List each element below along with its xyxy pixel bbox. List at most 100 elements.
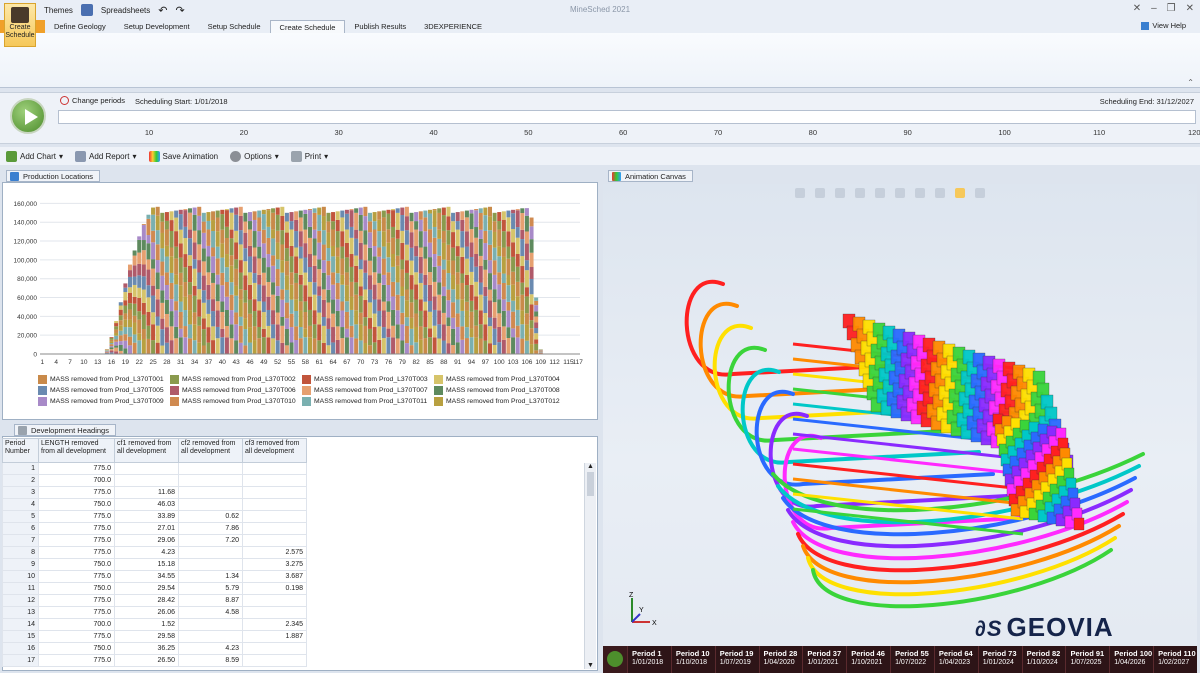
- tab-publish-results[interactable]: Publish Results: [345, 20, 415, 33]
- bar-segment: [340, 310, 345, 328]
- table-row[interactable]: 14 700.0 1.52 2.345: [2, 618, 307, 631]
- period-marker[interactable]: Period 19 1/07/2019: [714, 646, 759, 673]
- tab-define-geology[interactable]: Define Geology: [45, 20, 115, 33]
- add-chart-button[interactable]: Add Chart ▾: [6, 150, 63, 162]
- tab-3dexperience[interactable]: 3DEXPERIENCE: [415, 20, 491, 33]
- redo-icon[interactable]: ↷: [176, 4, 185, 17]
- table-row[interactable]: 1 775.0: [2, 462, 307, 475]
- animation-play-button[interactable]: [603, 646, 627, 673]
- bar-segment: [455, 256, 460, 273]
- spreadsheets-menu[interactable]: Spreadsheets: [101, 6, 150, 15]
- minimize-icon[interactable]: –: [1151, 4, 1157, 14]
- period-date: 1/07/2025: [1070, 659, 1102, 666]
- scroll-up-icon[interactable]: ▲: [585, 463, 596, 470]
- bar-segment: [506, 258, 511, 275]
- undo-icon[interactable]: ↶: [158, 4, 167, 17]
- bar-segment: [317, 340, 322, 354]
- table-cell: 775.0: [38, 630, 115, 643]
- legend-item: MASS removed from Prod_L370T007: [302, 386, 434, 395]
- period-marker[interactable]: Period 91 1/07/2025: [1065, 646, 1109, 673]
- tab-setup-schedule[interactable]: Setup Schedule: [199, 20, 270, 33]
- table-row[interactable]: 8 775.0 4.23 2.575: [2, 546, 307, 559]
- production-locations-tab[interactable]: Production Locations: [6, 170, 101, 182]
- period-marker[interactable]: Period 10 1/10/2018: [670, 646, 715, 673]
- bar-segment: [280, 272, 285, 290]
- bar-segment: [247, 256, 253, 273]
- period-marker[interactable]: Period 28 1/04/2020: [758, 646, 803, 673]
- period-marker[interactable]: Period 73 1/01/2024: [977, 646, 1022, 673]
- maximize-icon[interactable]: ❐: [1167, 4, 1176, 14]
- bar-segment: [524, 270, 529, 288]
- development-headings-tab[interactable]: Development Headings: [14, 424, 116, 436]
- bar-segment: [372, 313, 377, 328]
- scroll-down-icon[interactable]: ▼: [585, 662, 596, 669]
- table-row[interactable]: 17 775.0 26.50 8.59: [2, 654, 307, 667]
- save-animation-button[interactable]: Save Animation: [148, 150, 218, 162]
- bar-segment: [192, 259, 197, 269]
- table-row[interactable]: 2 700.0: [2, 474, 307, 487]
- column-header[interactable]: LENGTH removed from all development: [38, 438, 115, 463]
- bar-segment: [229, 255, 234, 266]
- tab-setup-development[interactable]: Setup Development: [115, 20, 199, 33]
- period-marker[interactable]: Period 46 1/10/2021: [846, 646, 890, 673]
- table-cell: 6: [2, 522, 39, 535]
- table-row[interactable]: 12 775.0 28.42 8.87: [2, 594, 307, 607]
- bar-segment: [169, 231, 174, 248]
- run-schedule-play-button[interactable]: [10, 98, 46, 134]
- print-button[interactable]: Print ▾: [290, 150, 328, 162]
- ribbon-collapse-icon[interactable]: ⌃: [1187, 78, 1194, 87]
- table-row[interactable]: 9 750.0 15.18 3.275: [2, 558, 307, 571]
- table-row[interactable]: 16 750.0 36.25 4.23: [2, 642, 307, 655]
- view-help-link[interactable]: View Help: [1141, 21, 1186, 30]
- create-schedule-button[interactable]: Create Schedule: [4, 3, 36, 47]
- table-vertical-scrollbar[interactable]: ▲ ▼: [584, 463, 596, 669]
- period-marker[interactable]: Period 64 1/04/2023: [933, 646, 978, 673]
- period-marker[interactable]: Period 37 1/01/2021: [802, 646, 846, 673]
- table-cell: 0.198: [242, 582, 307, 595]
- bar-segment: [169, 220, 174, 232]
- bar-segment: [197, 206, 202, 216]
- column-header[interactable]: cf2 removed from all development: [178, 438, 243, 463]
- bar-segment: [474, 337, 479, 354]
- table-row[interactable]: 13 775.0 26.06 4.58: [2, 606, 307, 619]
- table-row[interactable]: 5 775.0 33.89 0.62: [2, 510, 307, 523]
- column-header[interactable]: cf1 removed from all development: [114, 438, 179, 463]
- bar-segment: [331, 221, 336, 230]
- restore-layout-icon[interactable]: ✕: [1133, 4, 1141, 14]
- options-button[interactable]: Options ▾: [230, 150, 279, 162]
- bar-segment: [497, 284, 502, 300]
- period-marker[interactable]: Period 110 1/02/2027: [1153, 646, 1197, 673]
- timeline-tick: 90: [903, 128, 912, 137]
- table-row[interactable]: 11 750.0 29.54 5.79 0.198: [2, 582, 307, 595]
- bar-segment: [520, 338, 525, 354]
- axis-z-label: Z: [629, 592, 634, 599]
- column-header[interactable]: cf3 removed from all development: [242, 438, 307, 463]
- animation-canvas-tab[interactable]: Animation Canvas: [608, 170, 693, 182]
- table-row[interactable]: 10 775.0 34.55 1.34 3.687: [2, 570, 307, 583]
- tab-create-schedule[interactable]: Create Schedule: [269, 20, 346, 33]
- column-header[interactable]: Period Number: [2, 438, 39, 463]
- period-marker[interactable]: Period 82 1/10/2024: [1021, 646, 1066, 673]
- table-row[interactable]: 7 775.0 29.06 7.20: [2, 534, 307, 547]
- scroll-thumb[interactable]: [587, 472, 594, 496]
- table-row[interactable]: 6 775.0 27.01 7.86: [2, 522, 307, 535]
- bar-segment: [132, 334, 137, 343]
- close-icon[interactable]: ✕: [1186, 4, 1194, 14]
- legend-label: MASS removed from Prod_L370T011: [314, 398, 428, 405]
- timeline-tick: 120: [1188, 128, 1200, 137]
- themes-menu[interactable]: Themes: [44, 6, 73, 15]
- period-marker[interactable]: Period 100 1/04/2026: [1109, 646, 1153, 673]
- bar-segment: [284, 318, 289, 330]
- help-icon: [1141, 21, 1150, 30]
- table-row[interactable]: 3 775.0 11.68: [2, 486, 307, 499]
- bar-segment: [187, 238, 193, 256]
- add-report-button[interactable]: Add Report ▾: [75, 150, 137, 162]
- bar-segment: [118, 335, 123, 342]
- period-marker[interactable]: Period 1 1/01/2018: [627, 646, 671, 673]
- table-row[interactable]: 4 750.0 46.03: [2, 498, 307, 511]
- period-marker[interactable]: Period 55 1/07/2022: [890, 646, 934, 673]
- bar-segment: [349, 296, 354, 310]
- change-periods-button[interactable]: Change periods: [60, 96, 125, 105]
- table-row[interactable]: 15 775.0 29.58 1.887: [2, 630, 307, 643]
- timeline-track[interactable]: [58, 110, 1196, 124]
